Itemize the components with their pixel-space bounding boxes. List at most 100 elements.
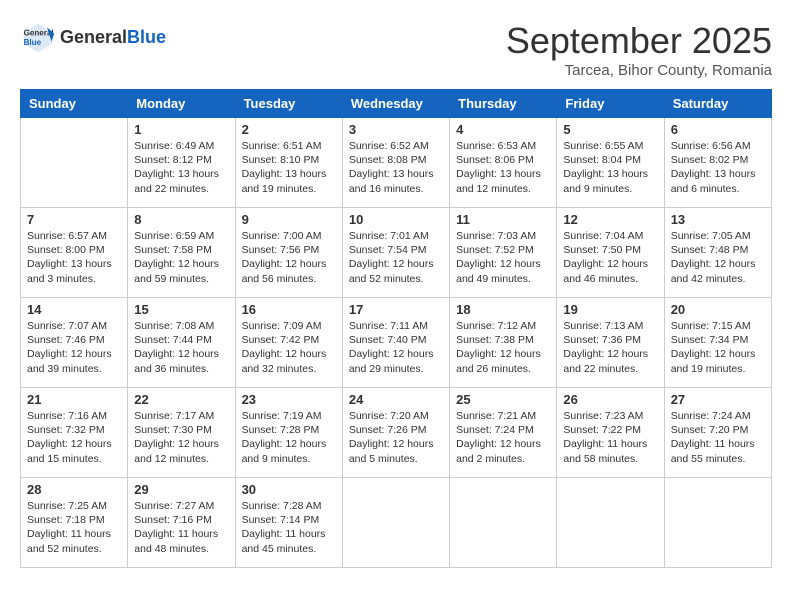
calendar-cell <box>664 478 771 568</box>
calendar-cell: 4 Sunrise: 6:53 AM Sunset: 8:06 PM Daylig… <box>450 118 557 208</box>
cell-daylight-text: Sunrise: 7:25 AM Sunset: 7:18 PM Dayligh… <box>27 499 121 556</box>
day-number: 14 <box>27 302 121 317</box>
cell-daylight-text: Sunrise: 6:49 AM Sunset: 8:12 PM Dayligh… <box>134 139 228 196</box>
day-number: 17 <box>349 302 443 317</box>
calendar-cell <box>21 118 128 208</box>
day-number: 23 <box>242 392 336 407</box>
cell-daylight-text: Sunrise: 6:55 AM Sunset: 8:04 PM Dayligh… <box>563 139 657 196</box>
day-number: 10 <box>349 212 443 227</box>
calendar-cell: 7 Sunrise: 6:57 AM Sunset: 8:00 PM Daylig… <box>21 208 128 298</box>
cell-daylight-text: Sunrise: 7:20 AM Sunset: 7:26 PM Dayligh… <box>349 409 443 466</box>
calendar-cell: 27 Sunrise: 7:24 AM Sunset: 7:20 PM Dayli… <box>664 388 771 478</box>
month-title: September 2025 <box>506 20 772 62</box>
col-header-saturday: Saturday <box>664 90 771 118</box>
cell-daylight-text: Sunrise: 6:51 AM Sunset: 8:10 PM Dayligh… <box>242 139 336 196</box>
day-number: 9 <box>242 212 336 227</box>
day-number: 6 <box>671 122 765 137</box>
day-number: 15 <box>134 302 228 317</box>
title-block: September 2025 Tarcea, Bihor County, Rom… <box>506 20 772 79</box>
calendar-cell: 12 Sunrise: 7:04 AM Sunset: 7:50 PM Dayli… <box>557 208 664 298</box>
calendar-cell: 25Sunrise: 7:21 AM Sunset: 7:24 PM Dayli… <box>450 388 557 478</box>
location-subtitle: Tarcea, Bihor County, Romania <box>506 62 772 79</box>
cell-daylight-text: Sunrise: 7:21 AM Sunset: 7:24 PM Dayligh… <box>456 409 550 466</box>
cell-daylight-text: Sunrise: 7:15 AM Sunset: 7:34 PM Dayligh… <box>671 319 765 376</box>
cell-daylight-text: Sunrise: 7:28 AM Sunset: 7:14 PM Dayligh… <box>242 499 336 556</box>
svg-text:Blue: Blue <box>24 38 42 47</box>
cell-daylight-text: Sunrise: 7:08 AM Sunset: 7:44 PM Dayligh… <box>134 319 228 376</box>
cell-daylight-text: Sunrise: 6:53 AM Sunset: 8:06 PM Dayligh… <box>456 139 550 196</box>
calendar-cell: 15 Sunrise: 7:08 AM Sunset: 7:44 PM Dayli… <box>128 298 235 388</box>
col-header-monday: Monday <box>128 90 235 118</box>
day-number: 13 <box>671 212 765 227</box>
logo-icon: General Blue <box>20 20 56 56</box>
calendar-cell: 6 Sunrise: 6:56 AM Sunset: 8:02 PM Daylig… <box>664 118 771 208</box>
cell-daylight-text: Sunrise: 7:16 AM Sunset: 7:32 PM Dayligh… <box>27 409 121 466</box>
cell-daylight-text: Sunrise: 6:57 AM Sunset: 8:00 PM Dayligh… <box>27 229 121 286</box>
day-number: 27 <box>671 392 765 407</box>
cell-daylight-text: Sunrise: 6:59 AM Sunset: 7:58 PM Dayligh… <box>134 229 228 286</box>
calendar-cell: 20 Sunrise: 7:15 AM Sunset: 7:34 PM Dayli… <box>664 298 771 388</box>
day-number: 5 <box>563 122 657 137</box>
logo-general-text: General <box>60 27 127 47</box>
calendar-cell: 10Sunrise: 7:01 AM Sunset: 7:54 PM Dayli… <box>342 208 449 298</box>
day-number: 8 <box>134 212 228 227</box>
calendar-table: SundayMondayTuesdayWednesdayThursdayFrid… <box>20 89 772 568</box>
cell-daylight-text: Sunrise: 7:19 AM Sunset: 7:28 PM Dayligh… <box>242 409 336 466</box>
day-number: 4 <box>456 122 550 137</box>
day-number: 18 <box>456 302 550 317</box>
cell-daylight-text: Sunrise: 6:56 AM Sunset: 8:02 PM Dayligh… <box>671 139 765 196</box>
calendar-cell: 14 Sunrise: 7:07 AM Sunset: 7:46 PM Dayli… <box>21 298 128 388</box>
calendar-cell: 13 Sunrise: 7:05 AM Sunset: 7:48 PM Dayli… <box>664 208 771 298</box>
cell-daylight-text: Sunrise: 6:52 AM Sunset: 8:08 PM Dayligh… <box>349 139 443 196</box>
day-number: 22 <box>134 392 228 407</box>
page-header: General Blue GeneralBlue September 2025 … <box>20 20 772 79</box>
cell-daylight-text: Sunrise: 7:09 AM Sunset: 7:42 PM Dayligh… <box>242 319 336 376</box>
day-number: 16 <box>242 302 336 317</box>
cell-daylight-text: Sunrise: 7:24 AM Sunset: 7:20 PM Dayligh… <box>671 409 765 466</box>
logo-blue-text: Blue <box>127 27 166 47</box>
day-number: 21 <box>27 392 121 407</box>
calendar-cell: 26 Sunrise: 7:23 AM Sunset: 7:22 PM Dayli… <box>557 388 664 478</box>
col-header-wednesday: Wednesday <box>342 90 449 118</box>
calendar-cell <box>450 478 557 568</box>
day-number: 2 <box>242 122 336 137</box>
calendar-cell: 16 Sunrise: 7:09 AM Sunset: 7:42 PM Dayli… <box>235 298 342 388</box>
cell-daylight-text: Sunrise: 7:23 AM Sunset: 7:22 PM Dayligh… <box>563 409 657 466</box>
calendar-cell: 24 Sunrise: 7:20 AM Sunset: 7:26 PM Dayli… <box>342 388 449 478</box>
day-number: 11 <box>456 212 550 227</box>
calendar-cell: 9 Sunrise: 7:00 AM Sunset: 7:56 PM Daylig… <box>235 208 342 298</box>
cell-daylight-text: Sunrise: 7:04 AM Sunset: 7:50 PM Dayligh… <box>563 229 657 286</box>
cell-daylight-text: Sunrise: 7:12 AM Sunset: 7:38 PM Dayligh… <box>456 319 550 376</box>
calendar-cell: 18 Sunrise: 7:12 AM Sunset: 7:38 PM Dayli… <box>450 298 557 388</box>
day-number: 7 <box>27 212 121 227</box>
day-number: 3 <box>349 122 443 137</box>
calendar-cell: 1 Sunrise: 6:49 AM Sunset: 8:12 PM Daylig… <box>128 118 235 208</box>
cell-daylight-text: Sunrise: 7:05 AM Sunset: 7:48 PM Dayligh… <box>671 229 765 286</box>
cell-daylight-text: Sunrise: 7:03 AM Sunset: 7:52 PM Dayligh… <box>456 229 550 286</box>
calendar-cell: 22 Sunrise: 7:17 AM Sunset: 7:30 PM Dayli… <box>128 388 235 478</box>
calendar-cell: 19Sunrise: 7:13 AM Sunset: 7:36 PM Dayli… <box>557 298 664 388</box>
cell-daylight-text: Sunrise: 7:07 AM Sunset: 7:46 PM Dayligh… <box>27 319 121 376</box>
day-number: 29 <box>134 482 228 497</box>
logo: General Blue GeneralBlue <box>20 20 166 56</box>
cell-daylight-text: Sunrise: 7:13 AM Sunset: 7:36 PM Dayligh… <box>563 319 657 376</box>
day-number: 20 <box>671 302 765 317</box>
day-number: 24 <box>349 392 443 407</box>
calendar-cell: 5 Sunrise: 6:55 AM Sunset: 8:04 PM Daylig… <box>557 118 664 208</box>
calendar-cell <box>557 478 664 568</box>
calendar-cell: 2 Sunrise: 6:51 AM Sunset: 8:10 PM Daylig… <box>235 118 342 208</box>
calendar-cell: 17 Sunrise: 7:11 AM Sunset: 7:40 PM Dayli… <box>342 298 449 388</box>
cell-daylight-text: Sunrise: 7:17 AM Sunset: 7:30 PM Dayligh… <box>134 409 228 466</box>
calendar-cell: 28 Sunrise: 7:25 AM Sunset: 7:18 PM Dayli… <box>21 478 128 568</box>
cell-daylight-text: Sunrise: 7:00 AM Sunset: 7:56 PM Dayligh… <box>242 229 336 286</box>
day-number: 12 <box>563 212 657 227</box>
col-header-tuesday: Tuesday <box>235 90 342 118</box>
cell-daylight-text: Sunrise: 7:11 AM Sunset: 7:40 PM Dayligh… <box>349 319 443 376</box>
col-header-sunday: Sunday <box>21 90 128 118</box>
day-number: 26 <box>563 392 657 407</box>
cell-daylight-text: Sunrise: 7:27 AM Sunset: 7:16 PM Dayligh… <box>134 499 228 556</box>
day-number: 28 <box>27 482 121 497</box>
day-number: 1 <box>134 122 228 137</box>
day-number: 30 <box>242 482 336 497</box>
calendar-cell: 23 Sunrise: 7:19 AM Sunset: 7:28 PM Dayli… <box>235 388 342 478</box>
